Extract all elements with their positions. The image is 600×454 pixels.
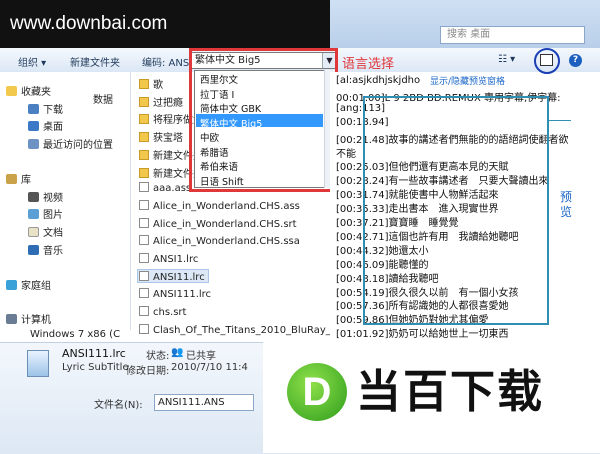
file-name: 获宝塔 [153,133,183,145]
video-icon [28,192,39,202]
file-name: chs.srt [153,307,187,319]
file-icon [139,288,149,299]
search-input[interactable]: 搜索 桌面 [440,26,585,44]
preview-text-line: [01:01.92]奶奶可以給她世上一切東西 [336,329,509,341]
nav-downloads[interactable]: 下载 [28,101,63,116]
details-filetype: Lyric SubTitle [62,362,129,373]
file-name: ANSI111.lrc [153,289,212,301]
nav-computer[interactable]: 计算机 [6,311,51,326]
details-status-value: 已共享 [186,351,216,362]
file-list-item[interactable]: Alice_in_Wonderland.CHS.ssa [139,235,300,247]
language-select-annotation-frame [189,48,338,192]
file-icon [139,235,149,246]
nav-homegroup[interactable]: 家庭组 [6,277,51,292]
view-options-button[interactable]: ☷ ▾ [498,54,515,65]
preview-pane-toggle-button[interactable] [540,54,553,66]
document-icon [28,227,39,237]
file-icon [139,199,149,210]
encoding-label: 编码: ANSI- [142,58,196,69]
file-name: 歌 [153,80,163,91]
preview-annotation-connector [549,120,571,121]
filename-field-label: 文件名(N): [94,400,143,411]
details-modified-label: 修改日期: [126,366,170,377]
file-icon [139,323,149,334]
file-icon [139,270,149,281]
file-icon [139,182,149,193]
file-list-item[interactable]: Alice_in_Wonderland.CHS.srt [139,217,297,230]
file-icon [139,306,149,317]
preview-text-line: [al:asjkdhjskjdho [336,75,421,86]
nav-drive-c[interactable]: Windows 7 x86 (C [30,329,120,340]
computer-icon [6,314,17,324]
preview-annotation-frame [363,96,549,325]
file-list-item[interactable]: Clash_Of_The_Titans_2010_BluRay_REM [139,323,353,336]
file-list-item[interactable]: ANSI11.lrc [139,270,205,283]
file-name: ANSI11.lrc [153,271,205,283]
folder-icon [139,96,149,107]
download-icon [28,104,39,114]
folder-icon [139,149,149,160]
file-name: Alice_in_Wonderland.CHS.srt [153,218,297,230]
preview-text-line: 不能 [336,148,356,160]
filename-input[interactable]: ANSI111.ANS [154,394,254,411]
nav-cut-item: 数据 [93,95,113,106]
toggle-preview-annotation: 显示/隐藏预览窗格 [430,77,506,87]
music-icon [28,245,39,255]
file-list-item[interactable]: chs.srt [139,306,186,318]
nav-pictures[interactable]: 图片 [28,206,63,221]
file-list-item[interactable]: 获宝塔 [139,129,183,144]
watermark-banner: www.downbai.com [0,0,330,48]
file-list-item[interactable]: ANSI111.lrc [139,288,211,300]
desktop-icon [28,121,39,131]
folder-icon [139,167,149,178]
library-icon [6,174,17,184]
nav-favorites[interactable]: 收藏夹 [6,83,51,98]
details-modified-value: 2010/7/10 11:4 [171,362,248,373]
star-icon [6,86,17,96]
file-icon [139,253,149,263]
organize-button[interactable]: 组织 ▾ [18,54,46,69]
file-list-item[interactable]: Alice_in_Wonderland.CHS.ass [139,199,300,212]
nav-documents[interactable]: 文档 [28,224,63,239]
picture-icon [28,209,39,219]
file-list-item[interactable]: ANSI1.lrc [139,253,198,265]
file-list-item[interactable]: 过把瘾 [139,94,183,109]
file-name: Clash_Of_The_Titans_2010_BluRay_REM [153,324,353,336]
nav-desktop[interactable]: 桌面 [28,118,63,133]
nav-music[interactable]: 音乐 [28,242,63,257]
file-name: ANSI1.lrc [153,254,199,265]
file-icon [139,217,149,228]
recent-places-icon [28,139,39,149]
shared-icon: 👥 [171,347,184,358]
nav-libraries[interactable]: 库 [6,171,31,186]
folder-icon [139,132,149,143]
preview-annotation: 预览 [560,190,573,219]
file-type-icon [27,350,49,377]
brand-logo-text: 当百下载 [356,365,545,418]
help-icon[interactable]: ? [569,54,582,67]
file-name: Alice_in_Wonderland.CHS.ssa [153,236,300,248]
nav-videos[interactable]: 视频 [28,189,63,204]
folder-icon [139,114,149,125]
file-name: aaa.ass [153,183,192,195]
file-name: 过把瘾 [153,97,183,109]
details-status-label: 状态: [146,351,170,362]
folder-icon [139,79,149,89]
language-select-annotation: 语言选择 [342,57,395,72]
brand-logo-letter: D [302,370,332,414]
file-list-item[interactable]: aaa.ass [139,182,191,194]
details-filename: ANSI111.lrc [62,347,126,360]
new-folder-button[interactable]: 新建文件夹 [70,54,120,69]
nav-recent[interactable]: 最近访问的位置 [28,136,113,151]
file-name: Alice_in_Wonderland.CHS.ass [153,200,300,212]
homegroup-icon [6,280,17,290]
file-list-item[interactable]: 歌 [139,76,163,91]
